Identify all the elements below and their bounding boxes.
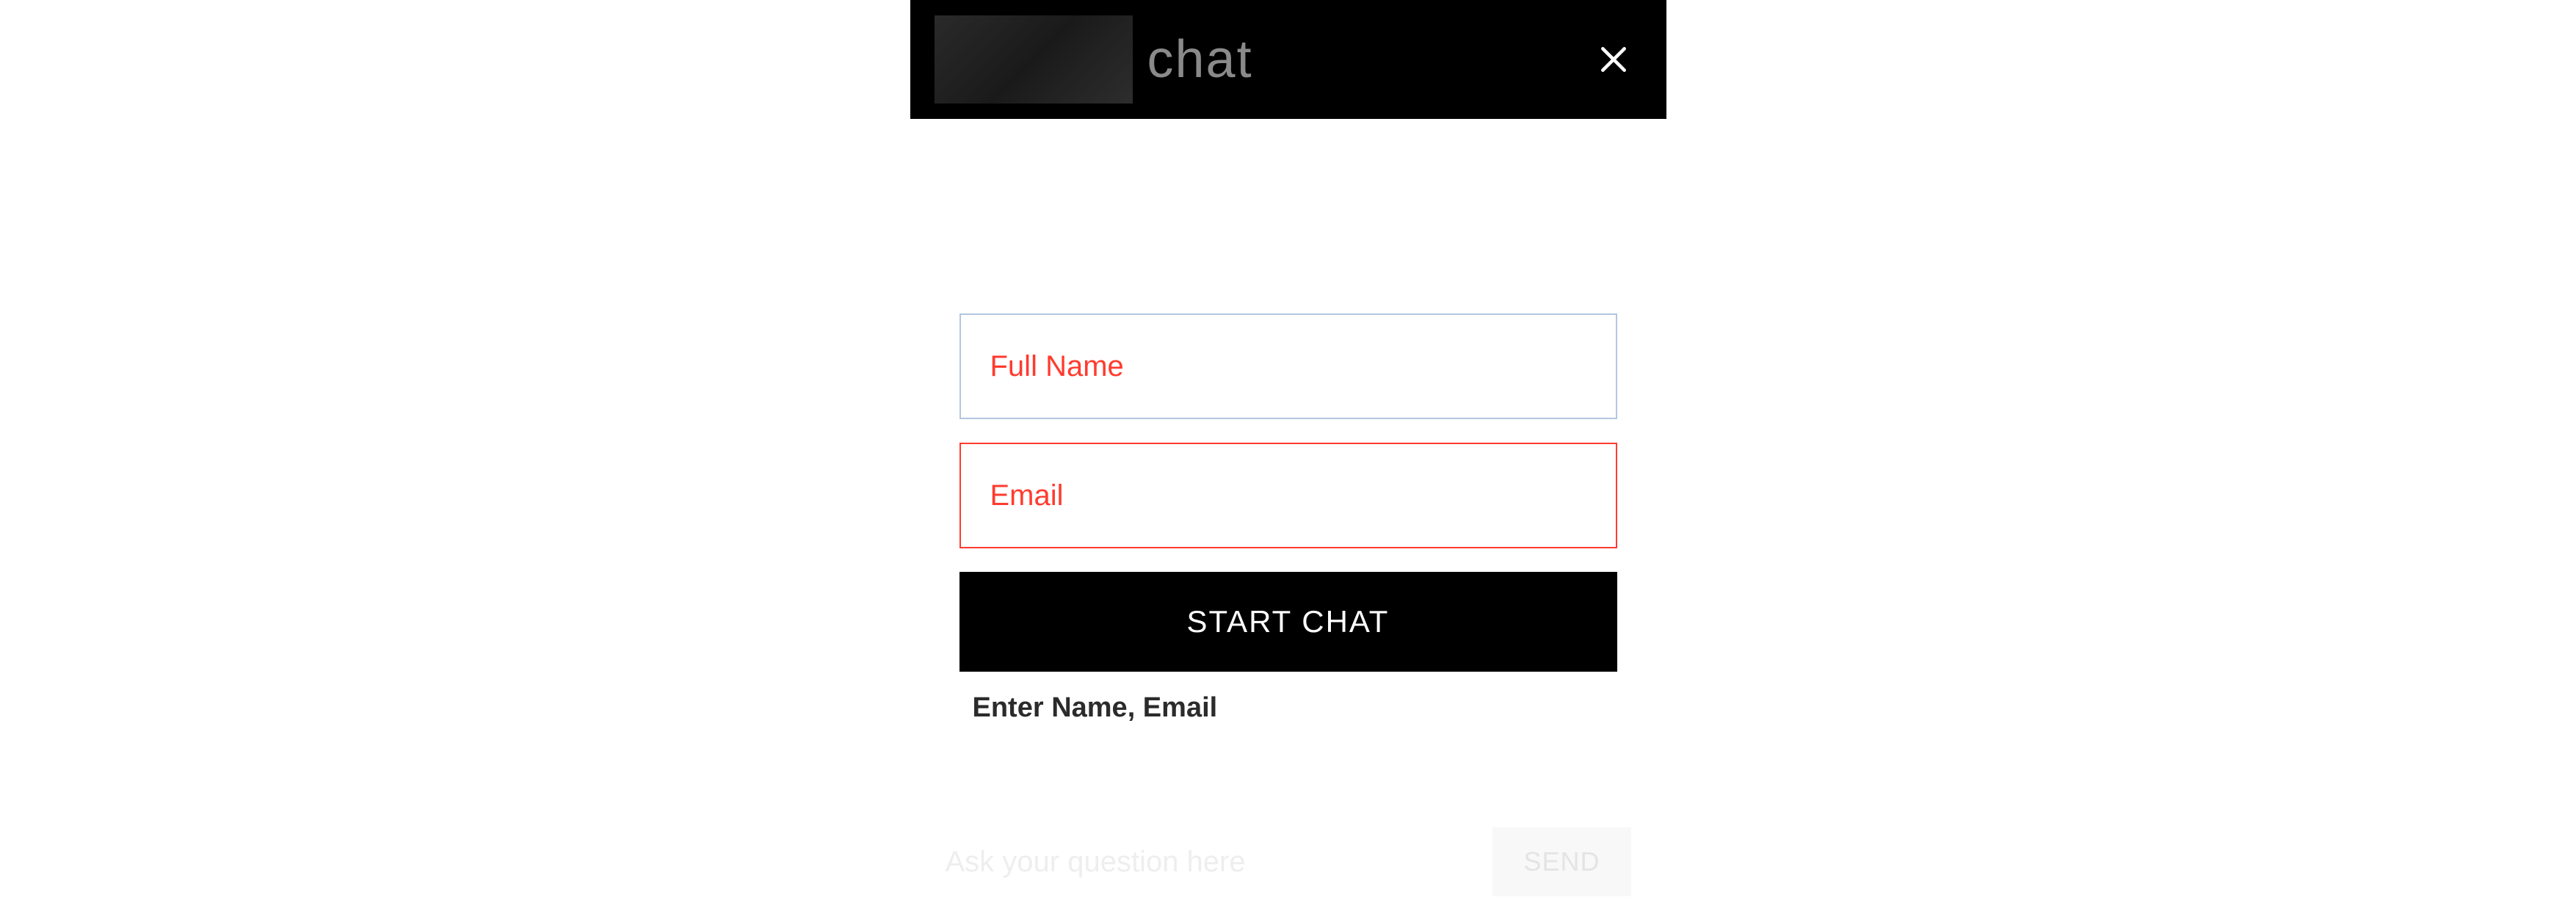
chat-widget: chat START CHAT Enter Name, Email (910, 0, 1666, 724)
close-icon[interactable] (1597, 43, 1630, 76)
brand-logo (935, 15, 1133, 104)
header-left: chat (935, 15, 1253, 104)
full-name-field[interactable] (959, 313, 1617, 419)
start-chat-button[interactable]: START CHAT (959, 572, 1617, 672)
chat-footer: SEND (910, 827, 1666, 911)
question-input[interactable] (946, 846, 1471, 879)
chat-title: chat (1147, 29, 1253, 90)
send-button[interactable]: SEND (1492, 827, 1630, 896)
chat-body: START CHAT Enter Name, Email (910, 119, 1666, 724)
chat-header: chat (910, 0, 1666, 119)
validation-message: Enter Name, Email (959, 692, 1617, 724)
email-field[interactable] (959, 443, 1617, 548)
